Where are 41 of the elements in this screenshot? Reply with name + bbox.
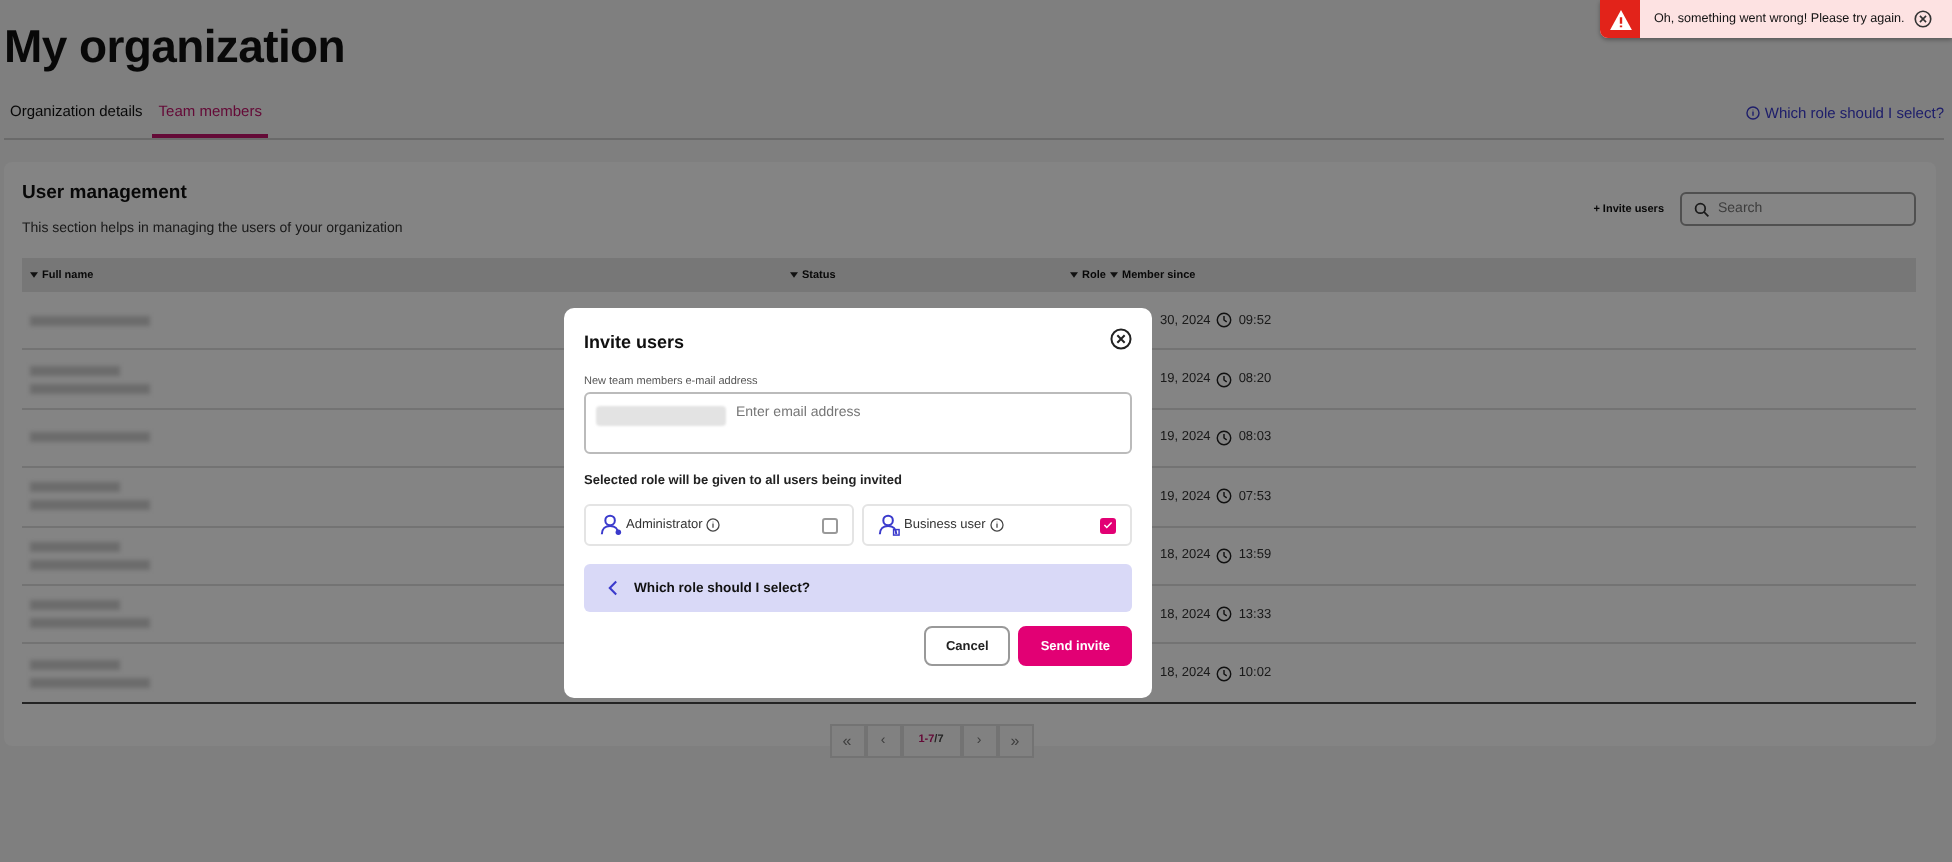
redacted-text: [30, 600, 120, 611]
info-icon: [1746, 106, 1761, 120]
pagination-button[interactable]: «: [829, 723, 865, 758]
checkbox[interactable]: [1100, 517, 1116, 533]
user-icon: [600, 514, 622, 536]
clock-icon: [1216, 547, 1233, 564]
clock-icon: [1216, 371, 1233, 388]
redacted-text: [30, 315, 150, 326]
pagination-button[interactable]: »: [997, 723, 1033, 758]
redacted-text: [30, 659, 120, 670]
redacted-text: [30, 482, 120, 493]
sort-caret-icon: [30, 272, 38, 278]
search-icon: [1694, 201, 1710, 217]
redacted-email-chip: [596, 406, 726, 426]
redacted-text: [30, 541, 120, 552]
chevron-icon: [608, 580, 618, 596]
clock-icon: [1216, 488, 1233, 505]
sort-caret-icon: [1110, 272, 1118, 278]
close-icon[interactable]: [1914, 10, 1933, 28]
close-icon[interactable]: [1110, 328, 1132, 350]
redacted-text: [30, 618, 150, 629]
section-title: User management: [22, 182, 189, 204]
checkbox[interactable]: [822, 517, 838, 533]
warning-icon: [1609, 9, 1631, 29]
clock-icon: [1216, 665, 1233, 682]
redacted-text: [30, 383, 150, 394]
redacted-text: [30, 432, 150, 443]
redacted-text: [30, 677, 150, 688]
redacted-text: [30, 559, 150, 570]
sort-caret-icon: [1070, 272, 1078, 278]
clock-icon: [1216, 429, 1233, 446]
redacted-text: [30, 500, 150, 511]
info-icon[interactable]: [989, 518, 1004, 532]
redacted-text: [30, 365, 120, 376]
sort-caret-icon: [790, 272, 798, 278]
clock-icon: [1216, 606, 1233, 623]
dialog-title: Invite users: [584, 332, 685, 352]
user-icon: [878, 514, 900, 536]
page-title: My organization: [4, 20, 348, 74]
info-icon[interactable]: [706, 518, 721, 532]
clock-icon: [1216, 312, 1233, 329]
